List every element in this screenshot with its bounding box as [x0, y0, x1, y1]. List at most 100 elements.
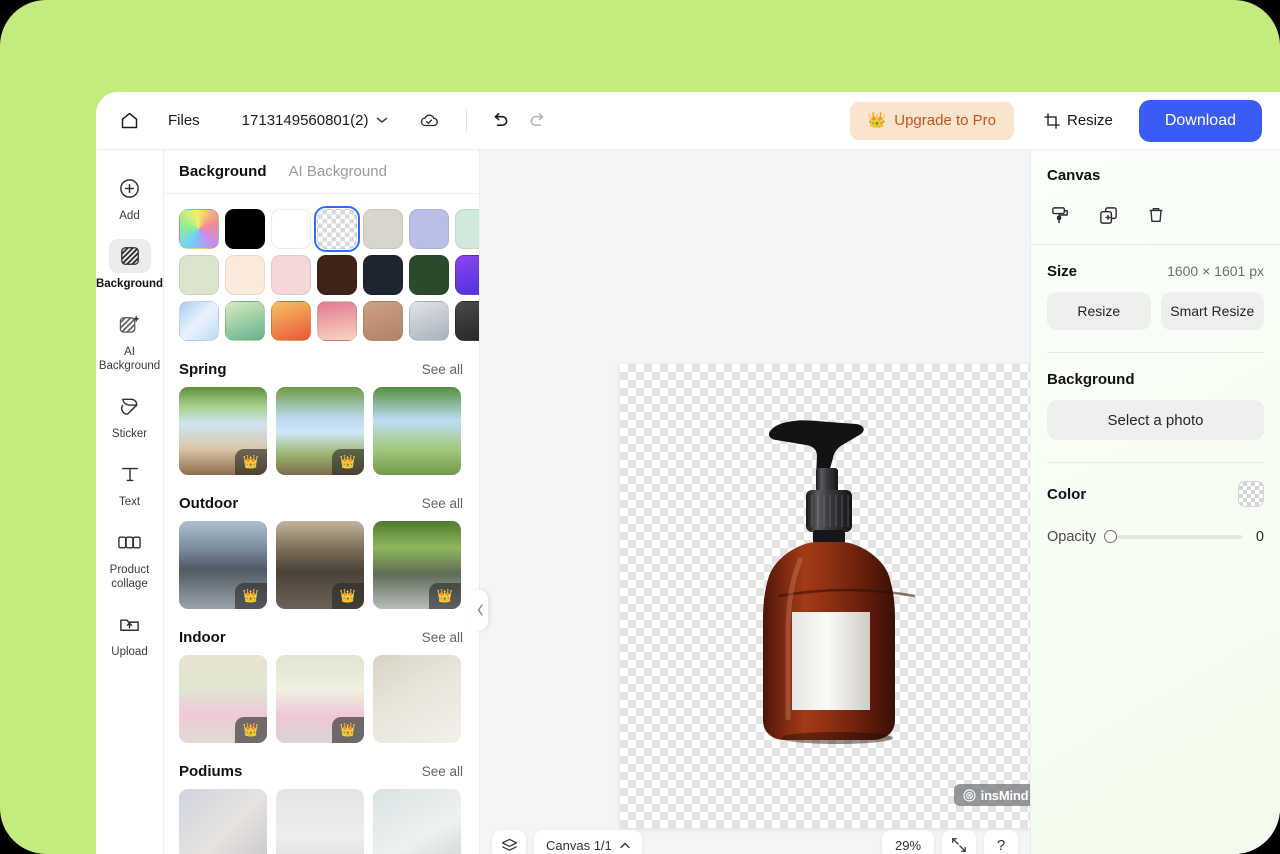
sidebar-item-label: Add — [119, 210, 140, 222]
thumbnail-outdoor-paris-street[interactable]: 👑 — [276, 521, 364, 609]
swatch-pink-gradient[interactable] — [317, 301, 357, 341]
resize-label: Resize — [1066, 112, 1113, 129]
thumbnail-spring-path[interactable]: 👑 — [179, 387, 267, 475]
swatch-mint[interactable] — [455, 209, 479, 249]
background-label: Background — [1047, 371, 1135, 388]
background-browse-panel: Background AI Background Spring See all 👑 👑… — [164, 150, 480, 854]
swatch-dark-brown[interactable] — [317, 255, 357, 295]
fit-to-screen-button[interactable] — [942, 830, 976, 854]
upgrade-to-pro-button[interactable]: 👑 Upgrade to Pro — [849, 101, 1014, 140]
opacity-slider-handle[interactable] — [1104, 530, 1118, 543]
panel-collapse-handle[interactable] — [472, 590, 488, 630]
thumbnail-indoor-window-green-curtain[interactable]: 👑 — [179, 655, 267, 743]
swatch-tan-gradient[interactable] — [363, 301, 403, 341]
sidebar-item-background[interactable]: Background — [96, 232, 163, 295]
thumbnail-indoor-flowers-towels[interactable] — [373, 655, 461, 743]
upgrade-label: Upgrade to Pro — [894, 112, 996, 129]
zoom-level-display[interactable]: 29% — [882, 830, 934, 854]
upload-folder-icon — [109, 607, 151, 641]
swatch-green-gradient[interactable] — [225, 301, 265, 341]
canvas-page-selector[interactable]: Canvas 1/1 — [534, 830, 642, 854]
swatch-white[interactable] — [271, 209, 311, 249]
thumbnail-podium-glass-cube[interactable] — [373, 789, 461, 854]
thumbnail-indoor-window-sill[interactable]: 👑 — [276, 655, 364, 743]
tab-ai-background[interactable]: AI Background — [289, 163, 387, 180]
select-a-photo-button[interactable]: Select a photo — [1047, 400, 1264, 440]
size-value: 1600 × 1601 px — [1167, 263, 1264, 279]
resize-button[interactable]: Resize — [1036, 102, 1121, 140]
sidebar-item-label: Product collage — [109, 564, 150, 591]
swatch-rainbow-gradient[interactable] — [179, 209, 219, 249]
paint-roller-icon[interactable] — [1047, 202, 1073, 228]
opacity-slider[interactable] — [1104, 530, 1242, 543]
see-all-link[interactable]: See all — [422, 496, 463, 511]
plus-circle-icon — [109, 171, 151, 205]
section-header: Outdoor See all — [164, 495, 479, 512]
undo-icon[interactable] — [491, 112, 510, 129]
smart-resize-button[interactable]: Smart Resize — [1160, 292, 1264, 330]
layers-button[interactable] — [492, 830, 526, 854]
crown-icon: 👑 — [429, 583, 461, 609]
crown-icon: 👑 — [867, 112, 887, 129]
sidebar-item-ai-background[interactable]: AI Background — [98, 300, 161, 377]
trash-icon[interactable] — [1143, 202, 1169, 228]
file-name[interactable]: 1713149560801(2) — [242, 112, 369, 129]
swatch-blush-pink[interactable] — [271, 255, 311, 295]
tab-background[interactable]: Background — [179, 163, 267, 180]
swatch-forest-green[interactable] — [409, 255, 449, 295]
sidebar-item-label: AI Background — [98, 346, 161, 373]
swatch-cream[interactable] — [225, 255, 265, 295]
browse-tabs: Background AI Background — [164, 150, 479, 194]
swatch-charcoal-gradient[interactable] — [455, 301, 479, 341]
crown-icon: 👑 — [235, 717, 267, 743]
sidebar-item-text[interactable]: Text — [100, 450, 160, 513]
color-swatch-button[interactable] — [1238, 481, 1264, 507]
resize-button-panel[interactable]: Resize — [1047, 292, 1151, 330]
sidebar-item-product-collage[interactable]: Product collage — [100, 518, 160, 595]
duplicate-icon[interactable] — [1095, 202, 1121, 228]
see-all-link[interactable]: See all — [422, 362, 463, 377]
swatch-sky-blue-gradient[interactable] — [179, 301, 219, 341]
sidebar-item-sticker[interactable]: Sticker — [100, 382, 160, 445]
crown-icon: 👑 — [332, 583, 364, 609]
swatch-navy-charcoal[interactable] — [363, 255, 403, 295]
chevron-down-icon[interactable] — [376, 115, 388, 127]
redo-icon[interactable] — [528, 112, 547, 129]
amber-pump-bottle[interactable] — [620, 364, 1074, 828]
section-header: Podiums See all — [164, 763, 479, 780]
page-root: Files 1713149560801(2) � — [0, 0, 1280, 854]
swatch-periwinkle[interactable] — [409, 209, 449, 249]
canvas-artboard[interactable]: insMind .com — [620, 364, 1074, 828]
help-button[interactable]: ? — [984, 830, 1018, 854]
color-row: Color — [1047, 481, 1264, 507]
sticker-icon — [109, 389, 151, 423]
section-header: Indoor See all — [164, 629, 479, 646]
header-divider — [466, 109, 468, 132]
sidebar-item-upload[interactable]: Upload — [100, 600, 160, 663]
thumbnail-spring-field[interactable]: 👑 — [276, 387, 364, 475]
swatch-black[interactable] — [225, 209, 265, 249]
swatch-orange-gradient[interactable] — [271, 301, 311, 341]
thumbnail-outdoor-forest-road[interactable]: 👑 — [373, 521, 461, 609]
panel-divider-3 — [1047, 462, 1264, 463]
swatch-warm-gray[interactable] — [363, 209, 403, 249]
watermark-text: insMind — [980, 787, 1029, 803]
cloud-saved-icon[interactable] — [418, 112, 440, 130]
files-menu[interactable]: Files — [168, 112, 200, 129]
thumbnail-spring-bench[interactable] — [373, 387, 461, 475]
home-icon[interactable] — [114, 106, 144, 136]
chevron-up-icon — [620, 842, 630, 849]
hatch-sparkle-icon — [109, 307, 151, 341]
swatch-violet-gradient[interactable] — [455, 255, 479, 295]
thumbnail-outdoor-city-road[interactable]: 👑 — [179, 521, 267, 609]
thumbnail-podium-wall-light[interactable] — [179, 789, 267, 854]
thumbnail-podium-glass-block[interactable] — [276, 789, 364, 854]
see-all-link[interactable]: See all — [422, 764, 463, 779]
sidebar-item-add[interactable]: Add — [100, 164, 160, 227]
swatch-silver-gradient[interactable] — [409, 301, 449, 341]
see-all-link[interactable]: See all — [422, 630, 463, 645]
canvas-stage[interactable]: insMind .com — [480, 150, 1074, 854]
swatch-sage[interactable] — [179, 255, 219, 295]
swatch-transparent[interactable] — [313, 205, 361, 253]
download-button[interactable]: Download — [1138, 99, 1262, 142]
